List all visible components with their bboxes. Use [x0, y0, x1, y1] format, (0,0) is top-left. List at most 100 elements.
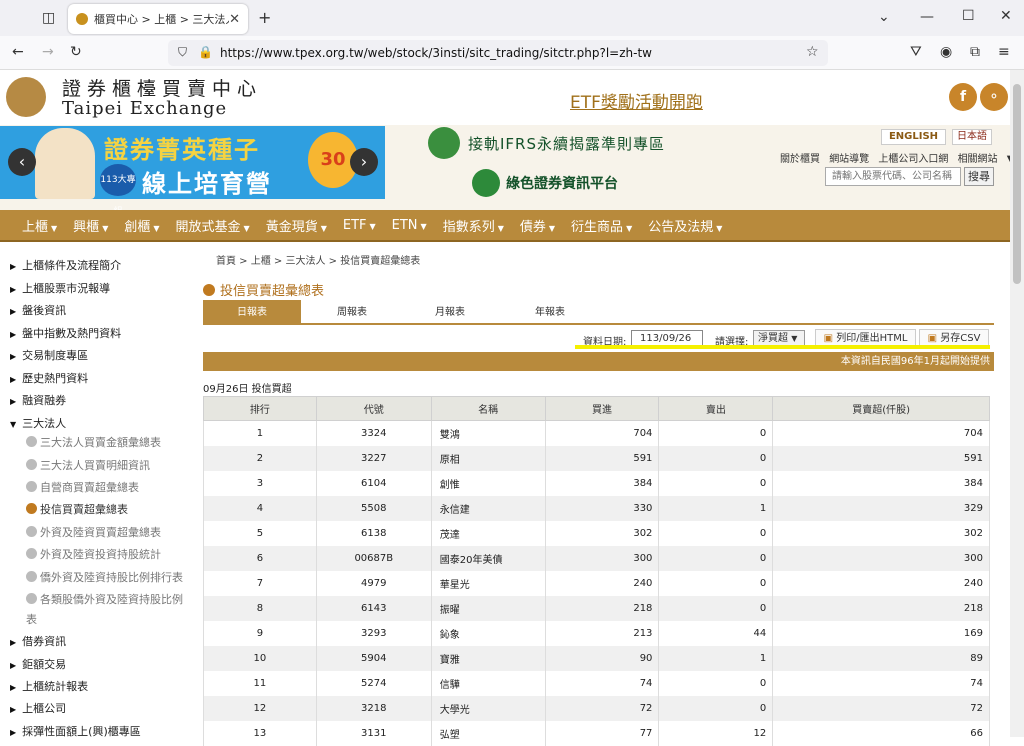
- sidebar-subitem[interactable]: 外資及陸資買賣超彙總表: [26, 523, 192, 543]
- tab-monthly[interactable]: 月報表: [401, 300, 499, 325]
- cell-code[interactable]: 3218: [315, 695, 432, 721]
- facebook-icon[interactable]: f: [949, 83, 977, 111]
- maximize-icon[interactable]: ☐: [962, 8, 975, 24]
- tab-yearly[interactable]: 年報表: [501, 300, 599, 325]
- bookmark-star-icon[interactable]: ☆: [806, 44, 819, 60]
- cell-code[interactable]: 3131: [315, 720, 432, 746]
- menu-etn[interactable]: ETN ▼: [392, 218, 427, 233]
- sidebar-item[interactable]: 借券資訊: [10, 633, 66, 649]
- sidebar-subitem[interactable]: 自營商買賣超彙總表: [26, 478, 192, 498]
- green-securities-link[interactable]: 綠色證券資訊平台: [472, 169, 618, 197]
- back-icon[interactable]: ←: [12, 44, 24, 60]
- chevron-down-icon[interactable]: ⌄: [878, 9, 890, 25]
- sidebar-item[interactable]: 融資融券: [10, 392, 66, 408]
- tab-list-icon[interactable]: ◫: [42, 10, 55, 26]
- stock-search-input[interactable]: [825, 167, 961, 186]
- table-row[interactable]: 6 00687B 國泰20年美債 300 0 300: [203, 545, 990, 571]
- col-buy[interactable]: 買進: [544, 396, 660, 421]
- col-code[interactable]: 代號: [315, 396, 432, 421]
- col-rank[interactable]: 排行: [203, 396, 317, 421]
- cell-code[interactable]: 5508: [315, 495, 432, 521]
- sidebar-item[interactable]: 上櫃統計報表: [10, 678, 88, 694]
- sidebar-item[interactable]: 上櫃條件及流程簡介: [10, 257, 121, 273]
- sidebar-item[interactable]: 歷史熱門資料: [10, 370, 88, 386]
- table-row[interactable]: 2 3227 原相 591 0 591: [203, 445, 990, 471]
- quicklink-about[interactable]: 關於櫃買: [780, 154, 820, 165]
- table-row[interactable]: 13 3131 弘塑 77 12 66: [203, 720, 990, 746]
- promo-carousel[interactable]: 證券菁英種子 113大專組 線上培育營 30 ‹ ›: [0, 126, 385, 217]
- tab-weekly[interactable]: 周報表: [303, 300, 401, 325]
- table-row[interactable]: 9 3293 鈊象 213 44 169: [203, 620, 990, 646]
- cell-code[interactable]: 3227: [315, 445, 432, 471]
- table-row[interactable]: 5 6138 茂達 302 0 302: [203, 520, 990, 546]
- search-button[interactable]: 搜尋: [964, 167, 994, 186]
- sidebar-item[interactable]: 鉅額交易: [10, 656, 66, 672]
- table-row[interactable]: 8 6143 振曜 218 0 218: [203, 595, 990, 621]
- etf-promo-link[interactable]: ETF獎勵活動開跑: [570, 88, 707, 113]
- menu-index[interactable]: 指數系列 ▼: [443, 216, 504, 235]
- browser-tab[interactable]: 櫃買中心 > 上櫃 > 三大法人 > ✕: [68, 4, 248, 34]
- shield-icon[interactable]: ⛉: [178, 45, 187, 60]
- cell-code[interactable]: 6138: [315, 520, 432, 546]
- cell-code[interactable]: 3324: [315, 420, 432, 446]
- lock-icon[interactable]: 🔒: [198, 45, 213, 59]
- sidebar-subitem[interactable]: 各類股僑外資及陸資持股比例表: [26, 590, 192, 630]
- reload-icon[interactable]: ↻: [70, 44, 82, 60]
- sidebar-subitem[interactable]: 三大法人買賣金額彙總表: [26, 433, 192, 453]
- forward-icon[interactable]: →: [42, 44, 54, 60]
- menu-otc[interactable]: 上櫃 ▼: [22, 216, 57, 235]
- logo-english[interactable]: Taipei Exchange: [62, 98, 227, 119]
- close-tab-icon[interactable]: ✕: [229, 12, 240, 27]
- sidebar-item[interactable]: 上櫃股票市況報導: [10, 280, 110, 296]
- logo-chinese[interactable]: 證券櫃檯買賣中心: [62, 74, 262, 101]
- col-net[interactable]: 買賣超(仟股): [772, 396, 990, 421]
- cell-code[interactable]: 6143: [315, 595, 432, 621]
- cell-code[interactable]: 5274: [315, 670, 432, 696]
- cell-code[interactable]: 6104: [315, 470, 432, 496]
- menu-emerging[interactable]: 興櫃 ▼: [73, 216, 108, 235]
- new-tab-icon[interactable]: +: [258, 8, 271, 27]
- lang-english-button[interactable]: ENGLISH: [881, 129, 946, 145]
- menu-gisa[interactable]: 創櫃 ▼: [124, 216, 159, 235]
- cell-code[interactable]: 3293: [315, 620, 432, 646]
- table-row[interactable]: 7 4979 華星光 240 0 240: [203, 570, 990, 596]
- tab-daily[interactable]: 日報表: [203, 300, 301, 325]
- cell-code[interactable]: 4979: [315, 570, 432, 596]
- tpex-logo-icon[interactable]: [6, 77, 46, 117]
- sidebar-item[interactable]: 盤後資訊: [10, 302, 66, 318]
- table-row[interactable]: 3 6104 創惟 384 0 384: [203, 470, 990, 496]
- col-sell[interactable]: 賣出: [658, 396, 774, 421]
- quicklink-sitemap[interactable]: 網站導覽: [829, 154, 869, 165]
- table-row[interactable]: 12 3218 大學光 72 0 72: [203, 695, 990, 721]
- col-name[interactable]: 名稱: [430, 396, 546, 421]
- cell-code[interactable]: 00687B: [315, 545, 432, 571]
- sidebar-subitem[interactable]: 僑外資及陸資持股比例排行表: [26, 568, 192, 588]
- table-row[interactable]: 11 5274 信驊 74 0 74: [203, 670, 990, 696]
- sidebar-subitem[interactable]: 三大法人買賣明細資訊: [26, 456, 192, 476]
- quicklink-portal[interactable]: 上櫃公司入口網: [878, 154, 948, 165]
- minimize-icon[interactable]: —: [920, 9, 934, 25]
- extensions-icon[interactable]: ⧉: [970, 44, 980, 60]
- menu-etf[interactable]: ETF ▼: [343, 218, 376, 233]
- url-bar[interactable]: ⛉ 🔒 https://www.tpex.org.tw/web/stock/3i…: [168, 40, 828, 66]
- table-row[interactable]: 10 5904 寶雅 90 1 89: [203, 645, 990, 671]
- sidebar-subitem[interactable]: 外資及陸資投資持股統計: [26, 545, 192, 565]
- menu-bonds[interactable]: 債券 ▼: [520, 216, 555, 235]
- table-row[interactable]: 1 3324 雙鴻 704 0 704: [203, 420, 990, 446]
- sidebar-item[interactable]: 盤中指數及熱門資料: [10, 325, 121, 341]
- carousel-prev-icon[interactable]: ‹: [8, 148, 36, 176]
- close-window-icon[interactable]: ✕: [1000, 8, 1012, 24]
- breadcrumb[interactable]: 首頁 > 上櫃 > 三大法人 > 投信買賣超彙總表: [216, 252, 420, 267]
- sidebar-subitem-active[interactable]: 投信買賣超彙總表: [26, 500, 192, 520]
- cell-code[interactable]: 5904: [315, 645, 432, 671]
- sidebar-item[interactable]: 上櫃公司: [10, 700, 66, 716]
- scrollbar-thumb[interactable]: [1013, 84, 1021, 284]
- menu-derivatives[interactable]: 衍生商品 ▼: [571, 216, 632, 235]
- menu-funds[interactable]: 開放式基金 ▼: [176, 216, 250, 235]
- table-row[interactable]: 4 5508 永信建 330 1 329: [203, 495, 990, 521]
- account-icon[interactable]: ◉: [940, 44, 952, 60]
- menu-regulations[interactable]: 公告及法規 ▼: [648, 216, 722, 235]
- quicklink-related[interactable]: 相關網站: [958, 154, 998, 165]
- lang-japanese-button[interactable]: 日本語: [952, 129, 992, 145]
- rss-icon[interactable]: ⚬: [980, 83, 1008, 111]
